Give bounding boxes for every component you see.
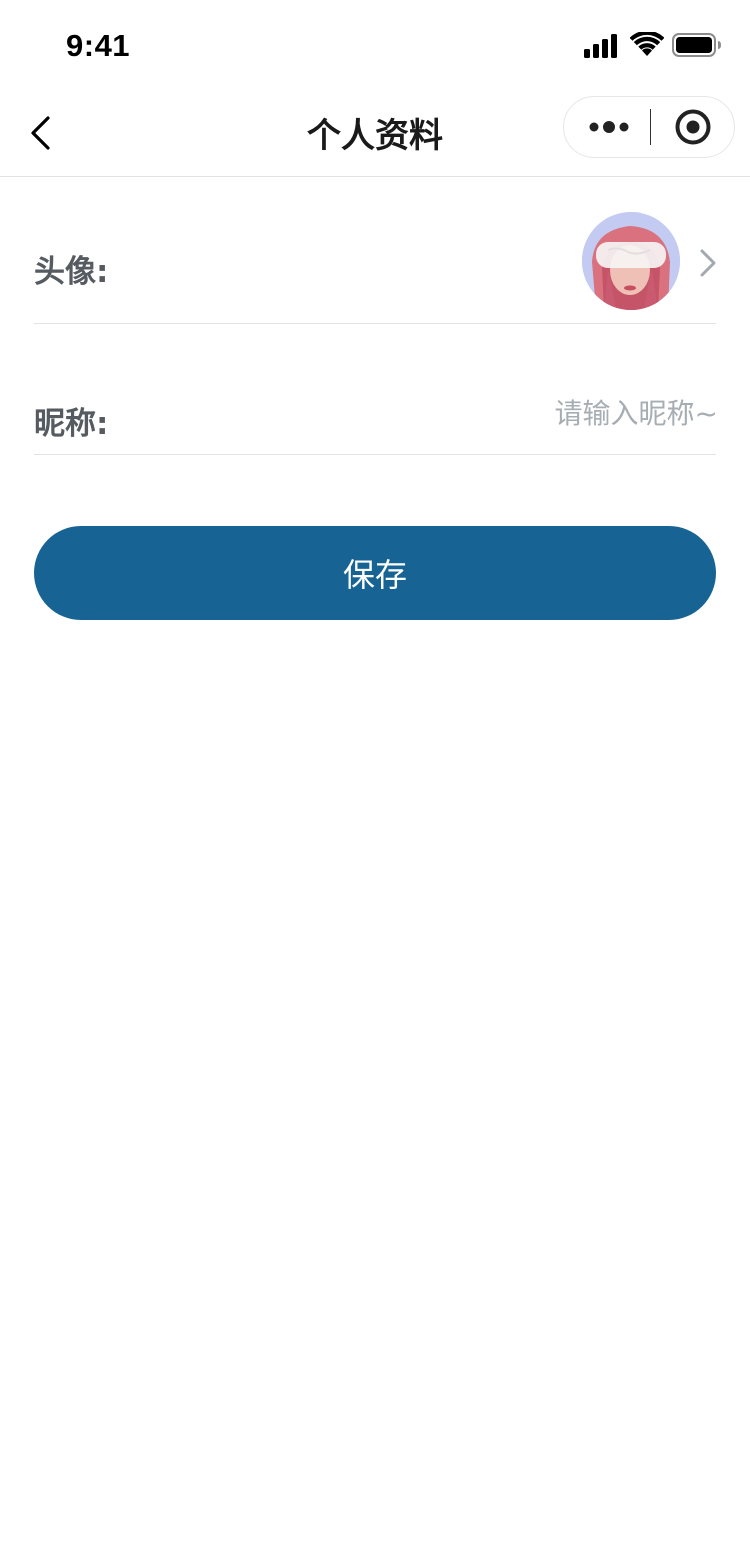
signal-icon <box>584 34 617 58</box>
nav-bar: 个人资料 <box>0 88 750 177</box>
avatar[interactable] <box>582 212 680 310</box>
close-target-icon <box>675 109 711 145</box>
menu-capsule <box>563 96 735 158</box>
close-miniprogram-button[interactable] <box>662 97 724 157</box>
wifi-icon <box>630 32 664 56</box>
more-icon <box>589 121 629 133</box>
status-time: 9:41 <box>66 28 131 63</box>
capsule-divider <box>650 109 651 145</box>
battery-icon <box>672 33 721 57</box>
avatar-label: 头像: <box>34 254 109 290</box>
nickname-input[interactable] <box>154 389 718 437</box>
status-bar: 9:41 <box>0 0 750 88</box>
avatar-row[interactable]: 头像: <box>34 176 716 324</box>
nickname-row: 昵称: <box>34 323 718 455</box>
avatar-image <box>582 212 680 310</box>
more-button[interactable] <box>580 97 650 157</box>
chevron-right-icon[interactable] <box>696 246 720 280</box>
nickname-label: 昵称: <box>34 406 109 442</box>
save-button[interactable]: 保存 <box>34 526 716 620</box>
